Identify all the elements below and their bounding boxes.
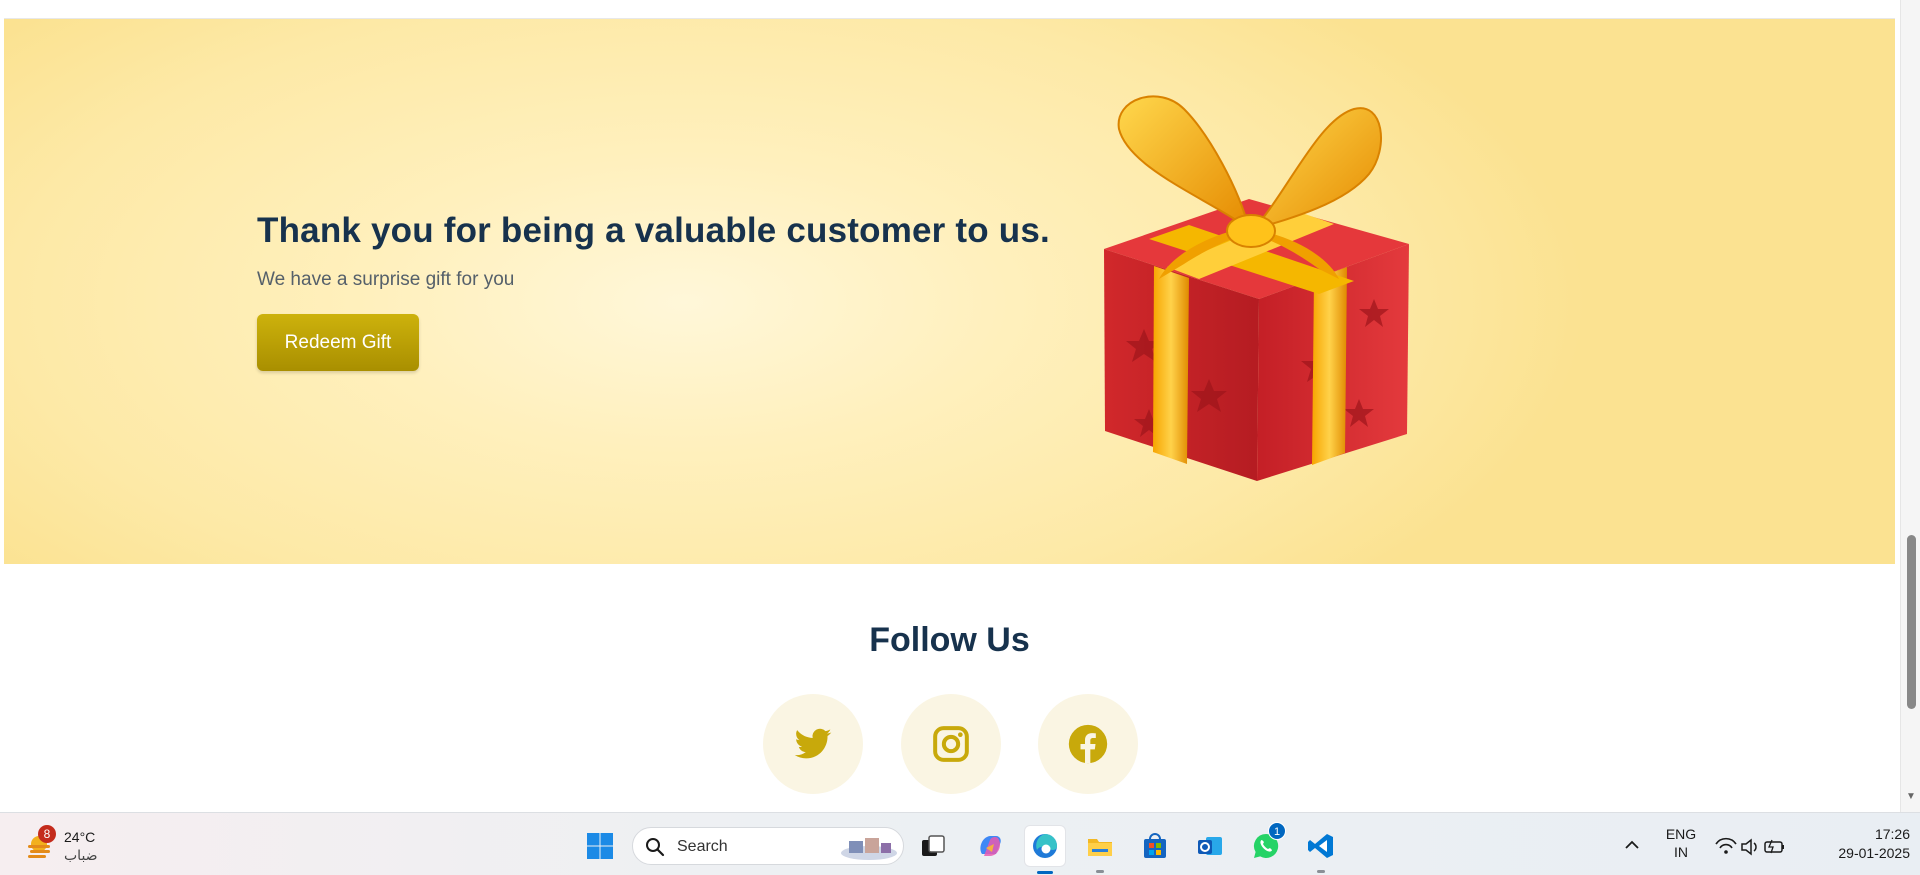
file-explorer-button[interactable] bbox=[1080, 826, 1120, 873]
browser-viewport: Thank you for being a valuable customer … bbox=[0, 0, 1920, 812]
running-indicator bbox=[1096, 870, 1104, 873]
microsoft-store-button[interactable] bbox=[1135, 826, 1175, 866]
clock-date: 29-01-2025 bbox=[1838, 845, 1910, 861]
whatsapp-button[interactable]: 1 bbox=[1246, 822, 1286, 866]
system-clock[interactable]: 17:26 29-01-2025 bbox=[1800, 825, 1910, 863]
web-page: Thank you for being a valuable customer … bbox=[4, 0, 1895, 812]
outlook-button[interactable] bbox=[1190, 826, 1230, 866]
search-placeholder: Search bbox=[677, 838, 728, 855]
edge-icon bbox=[1033, 834, 1057, 858]
follow-us-heading: Follow Us bbox=[869, 621, 1030, 659]
search-highlight-icon bbox=[841, 838, 897, 860]
banner-title: Thank you for being a valuable customer … bbox=[257, 211, 1050, 250]
battery-icon bbox=[1764, 839, 1784, 854]
windows-start-icon bbox=[587, 833, 613, 859]
weather-temperature: 24°C bbox=[64, 829, 96, 845]
gift-box-image bbox=[1104, 95, 1409, 481]
facebook-link[interactable] bbox=[1038, 694, 1138, 794]
vertical-scrollbar[interactable]: ▼ bbox=[1900, 0, 1920, 812]
windows-taskbar: 8 24°C ضباب Search 1 ENG IN 17:26 29-01-… bbox=[0, 812, 1920, 875]
edge-button[interactable] bbox=[1025, 826, 1065, 874]
instagram-link[interactable] bbox=[901, 694, 1001, 794]
outlook-icon bbox=[1198, 837, 1222, 855]
redeem-gift-button[interactable]: Redeem Gift bbox=[257, 314, 419, 371]
input-language-indicator[interactable]: ENG IN bbox=[1656, 825, 1706, 861]
system-tray-status[interactable] bbox=[1712, 831, 1788, 861]
weather-condition: ضباب bbox=[64, 847, 98, 863]
weather-notification-badge: 8 bbox=[38, 825, 56, 843]
copilot-button[interactable] bbox=[970, 826, 1010, 866]
running-indicator bbox=[1317, 870, 1325, 873]
start-button[interactable] bbox=[580, 826, 620, 866]
instagram-icon bbox=[933, 726, 969, 762]
weather-widget[interactable]: 8 24°C ضباب bbox=[18, 825, 118, 867]
copilot-icon bbox=[980, 836, 1001, 856]
volume-icon bbox=[1741, 838, 1757, 856]
twitter-icon bbox=[794, 728, 832, 759]
search-icon bbox=[646, 838, 665, 857]
vscode-button[interactable] bbox=[1301, 826, 1341, 873]
task-view-button[interactable] bbox=[913, 826, 953, 866]
twitter-link[interactable] bbox=[763, 694, 863, 794]
gift-banner: Thank you for being a valuable customer … bbox=[4, 19, 1895, 564]
task-view-icon bbox=[922, 835, 945, 856]
microsoft-store-icon bbox=[1144, 833, 1166, 858]
whatsapp-unread-badge: 1 bbox=[1268, 822, 1286, 840]
active-indicator bbox=[1037, 871, 1053, 874]
chevron-up-icon[interactable] bbox=[1620, 833, 1644, 857]
clock-time: 17:26 bbox=[1874, 826, 1910, 842]
scroll-down-arrow-icon[interactable]: ▼ bbox=[1906, 791, 1916, 802]
scrollbar-thumb[interactable] bbox=[1907, 535, 1916, 709]
language-region: IN bbox=[1674, 844, 1688, 860]
wifi-icon bbox=[1715, 837, 1737, 854]
facebook-icon bbox=[1068, 724, 1108, 764]
language-code: ENG bbox=[1665, 826, 1697, 842]
taskbar-search[interactable]: Search bbox=[632, 827, 904, 865]
file-explorer-icon bbox=[1088, 839, 1112, 856]
banner-subtitle: We have a surprise gift for you bbox=[257, 269, 515, 290]
vscode-icon bbox=[1308, 834, 1333, 858]
